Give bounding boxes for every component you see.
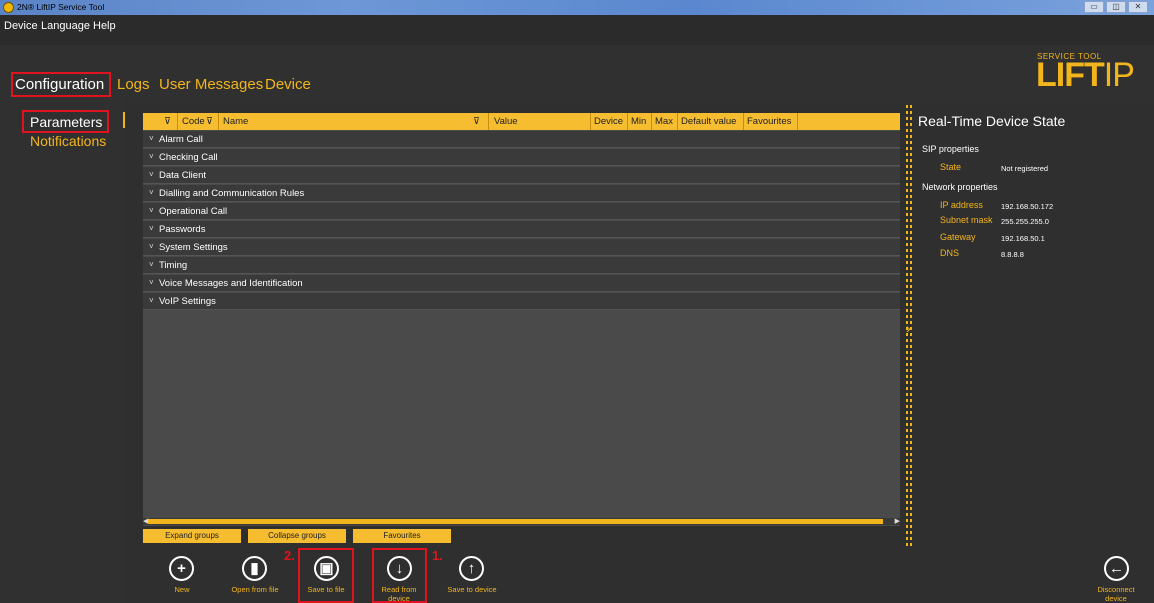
dns-key: DNS: [940, 248, 960, 258]
window-title: 2N® LiftIP Service Tool: [17, 2, 105, 12]
chevron-down-icon: ˅: [149, 278, 154, 287]
name-filter-icon[interactable]: ⊽: [473, 116, 480, 127]
header-default-value[interactable]: Default value: [681, 116, 736, 127]
plus-icon[interactable]: +: [169, 556, 194, 581]
chevron-down-icon: ˅: [149, 296, 154, 305]
chevron-right-icon[interactable]: ›: [906, 320, 911, 336]
upload-icon[interactable]: ↑: [459, 556, 484, 581]
state-key: State: [940, 162, 962, 172]
dns-value: 8.8.8.8: [1001, 250, 1024, 259]
chevron-down-icon: ˅: [149, 134, 154, 143]
realtime-title: Real-Time Device State: [918, 113, 1066, 129]
group-row[interactable]: ˅ Operational Call: [143, 203, 900, 220]
highlight-save-to-file: [298, 548, 354, 603]
collapse-groups-button[interactable]: Collapse groups: [248, 529, 346, 543]
logo: LIFTIP: [1036, 56, 1135, 95]
chevron-down-icon: ˅: [149, 206, 154, 215]
header-name[interactable]: Name: [223, 116, 248, 127]
group-row[interactable]: ˅ Timing: [143, 257, 900, 274]
menu-language[interactable]: Language: [41, 20, 90, 32]
highlight-read-from-device: [372, 548, 427, 603]
chevron-down-icon: ˅: [149, 170, 154, 179]
tab-user-messages[interactable]: User Messages: [159, 76, 263, 93]
group-row[interactable]: ˅ Voice Messages and Identification: [143, 275, 900, 292]
close-button[interactable]: ✕: [1128, 1, 1148, 13]
subnet-mask-value: 255.255.255.0: [1001, 217, 1049, 226]
window-controls: ▭ ◫ ✕: [1084, 1, 1148, 13]
header-code[interactable]: Code: [182, 116, 205, 127]
tab-logs[interactable]: Logs: [117, 76, 150, 93]
disconnect-device-label[interactable]: Disconnect device: [1090, 585, 1142, 603]
gateway-value: 192.168.50.1: [1001, 234, 1045, 243]
active-indicator: [123, 112, 125, 128]
logo-lift: LIFT: [1036, 56, 1105, 94]
highlight-parameters: [22, 110, 109, 133]
header-favourites[interactable]: Favourites: [747, 116, 791, 127]
chevron-down-icon: ˅: [149, 260, 154, 269]
scrollbar-thumb[interactable]: [148, 519, 883, 524]
gateway-key: Gateway: [940, 232, 976, 242]
highlight-configuration: [11, 72, 111, 97]
menu-device[interactable]: Device: [4, 20, 38, 32]
group-row[interactable]: ˅ Passwords: [143, 221, 900, 238]
left-panel: [0, 97, 125, 603]
minimize-button[interactable]: ▭: [1084, 1, 1104, 13]
nav-notifications[interactable]: Notifications: [30, 133, 106, 149]
arrow-left-icon[interactable]: ←: [1104, 556, 1129, 581]
network-properties-title: Network properties: [922, 182, 998, 192]
parameters-grid: ⊽ Code ⊽ Name ⊽ Value Device Min Max Def…: [143, 113, 900, 526]
chevron-down-icon: ˅: [149, 224, 154, 233]
open-from-file-label[interactable]: Open from file: [222, 585, 288, 594]
grid-header: ⊽ Code ⊽ Name ⊽ Value Device Min Max Def…: [143, 113, 900, 130]
chevron-down-icon: ˅: [149, 152, 154, 161]
window-titlebar: 2N® LiftIP Service Tool ▭ ◫ ✕: [0, 0, 1154, 15]
save-to-device-label[interactable]: Save to device: [442, 585, 502, 594]
menu-help[interactable]: Help: [93, 20, 116, 32]
chevron-down-icon: ˅: [149, 242, 154, 251]
state-value: Not registered: [1001, 164, 1049, 173]
group-row[interactable]: ˅ Checking Call: [143, 149, 900, 166]
filter-icon[interactable]: ⊽: [164, 116, 171, 127]
menu-bar: Device Language Help: [0, 15, 1154, 45]
app-icon: [3, 2, 14, 13]
header-max[interactable]: Max: [655, 116, 673, 127]
header-min[interactable]: Min: [631, 116, 646, 127]
group-row[interactable]: ˅ System Settings: [143, 239, 900, 256]
horizontal-scrollbar[interactable]: ◀ ▶: [143, 518, 900, 525]
new-button-label[interactable]: New: [160, 585, 204, 594]
tab-device[interactable]: Device: [265, 76, 311, 93]
group-row[interactable]: ˅ Alarm Call: [143, 131, 900, 148]
group-row[interactable]: ˅ Data Client: [143, 167, 900, 184]
ip-address-value: 192.168.50.172: [1001, 202, 1054, 211]
group-row[interactable]: ˅ Dialling and Communication Rules: [143, 185, 900, 202]
chevron-down-icon: ˅: [149, 188, 154, 197]
subnet-mask-key: Subnet mask: [940, 215, 993, 225]
open-file-icon[interactable]: ▮: [242, 556, 267, 581]
group-row[interactable]: ˅ VoIP Settings: [143, 293, 900, 310]
header-device[interactable]: Device: [594, 116, 623, 127]
scroll-right-icon[interactable]: ▶: [895, 517, 900, 525]
logo-ip: IP: [1103, 56, 1135, 94]
step-2-label: 2.: [284, 548, 295, 563]
expand-groups-button[interactable]: Expand groups: [143, 529, 241, 543]
sip-properties-title: SIP properties: [922, 144, 979, 154]
header-value[interactable]: Value: [494, 116, 518, 127]
step-1-label: 1.: [432, 548, 443, 563]
favourites-button[interactable]: Favourites: [353, 529, 451, 543]
ip-address-key: IP address: [940, 200, 983, 210]
code-filter-icon[interactable]: ⊽: [206, 116, 213, 127]
maximize-button[interactable]: ◫: [1106, 1, 1126, 13]
